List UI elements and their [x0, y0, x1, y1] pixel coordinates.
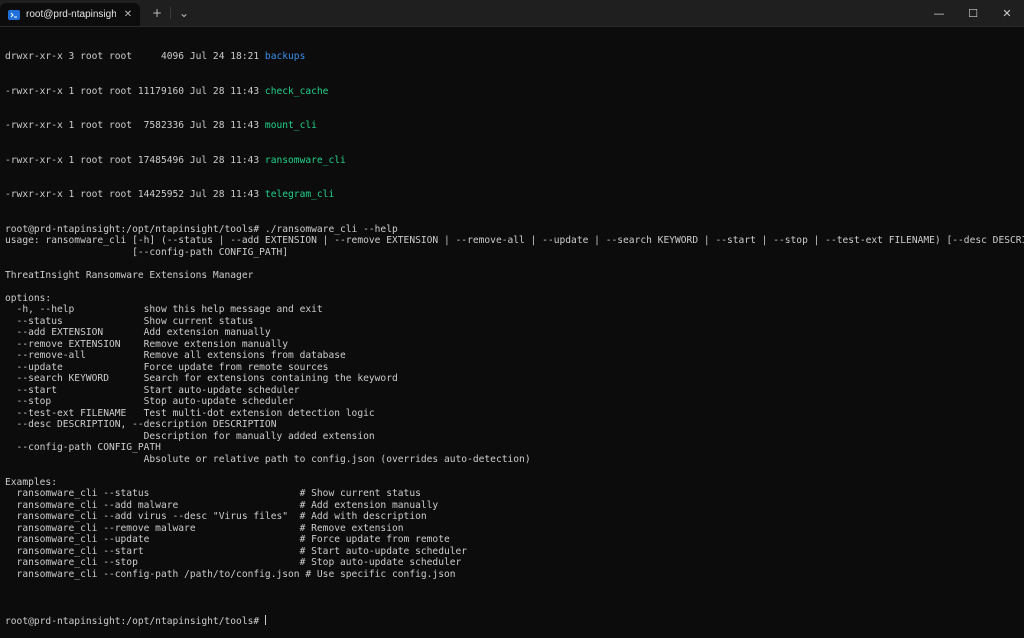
listing-row: -rwxr-xr-x 1 root root 17485496 Jul 28 1…	[5, 155, 1019, 167]
close-button[interactable]: ✕	[990, 0, 1024, 26]
output-line: --update Force update from remote source…	[5, 361, 329, 373]
output-line: Examples:	[5, 476, 57, 488]
output-line: --status Show current status	[5, 315, 254, 327]
output-line: ThreatInsight Ransomware Extensions Mana…	[5, 269, 254, 281]
listing-meta: drwxr-xr-x 3 root root 4096 Jul 24 18:21	[5, 51, 265, 62]
minimize-button[interactable]: —	[922, 0, 956, 26]
chevron-down-icon[interactable]: ⌄	[173, 0, 195, 26]
toolbar-divider	[170, 7, 171, 19]
listing-meta: -rwxr-xr-x 1 root root 11179160 Jul 28 1…	[5, 85, 265, 97]
output-line: options:	[5, 292, 52, 304]
output-line: --add EXTENSION Add extension manually	[5, 327, 271, 338]
output-line: ransomware_cli --status # Show current s…	[5, 488, 421, 499]
tab-close-icon[interactable]: ✕	[122, 9, 134, 20]
terminal-icon	[8, 9, 20, 20]
output-line: Absolute or relative path to config.json…	[5, 453, 531, 465]
output-line: Description for manually added extension	[5, 430, 375, 442]
tab-title: root@prd-ntapinsight: /opt/n	[26, 9, 116, 20]
output-line: -h, --help show this help message and ex…	[5, 304, 323, 315]
prompt-line[interactable]: root@prd-ntapinsight:/opt/ntapinsight/to…	[5, 614, 1019, 627]
listing-name: mount_cli	[264, 120, 317, 131]
output-line: ransomware_cli --start # Start auto-upda…	[5, 545, 468, 557]
command-output: root@prd-ntapinsight:/opt/ntapinsight/to…	[5, 223, 1024, 592]
listing-row: -rwxr-xr-x 1 root root 7582336 Jul 28 11…	[5, 120, 1019, 132]
window-controls: — ☐ ✕	[922, 0, 1024, 26]
output-line: --remove-all Remove all extensions from …	[5, 350, 346, 361]
output-line: ransomware_cli --stop # Stop auto-update…	[5, 557, 462, 568]
listing-meta: -rwxr-xr-x 1 root root 7582336 Jul 28 11…	[5, 120, 265, 131]
output-line: root@prd-ntapinsight:/opt/ntapinsight/to…	[5, 223, 398, 235]
output-line: [--config-path CONFIG_PATH]	[5, 246, 289, 258]
listing-name: backups	[264, 51, 306, 62]
output-line: ransomware_cli --remove malware # Remove…	[5, 522, 404, 534]
output-line: --desc DESCRIPTION, --description DESCRI…	[5, 419, 277, 430]
listing-row: drwxr-xr-x 3 root root 4096 Jul 24 18:21…	[5, 51, 1019, 63]
plus-icon[interactable]: +	[146, 0, 168, 26]
output-line: --search KEYWORD Search for extensions c…	[5, 373, 398, 384]
output-line: ransomware_cli --update # Force update f…	[5, 534, 450, 545]
output-line: --start Start auto-update scheduler	[5, 384, 300, 396]
terminal-tab[interactable]: root@prd-ntapinsight: /opt/n ✕	[0, 3, 140, 26]
maximize-button[interactable]: ☐	[956, 0, 990, 26]
output-line: ransomware_cli --config-path /path/to/co…	[5, 568, 456, 580]
output-line: --config-path CONFIG_PATH	[5, 442, 161, 453]
listing-row: -rwxr-xr-x 1 root root 11179160 Jul 28 1…	[5, 86, 1019, 98]
output-line: --remove EXTENSION Remove extension manu…	[5, 338, 289, 350]
output-line: ransomware_cli --add virus --desc "Virus…	[5, 511, 427, 522]
listing-meta: -rwxr-xr-x 1 root root 14425952 Jul 28 1…	[5, 189, 265, 200]
listing-meta: -rwxr-xr-x 1 root root 17485496 Jul 28 1…	[5, 154, 265, 166]
listing-row: -rwxr-xr-x 1 root root 14425952 Jul 28 1…	[5, 189, 1019, 201]
output-line: --stop Stop auto-update scheduler	[5, 396, 294, 407]
output-line: ransomware_cli --add malware # Add exten…	[5, 499, 439, 511]
output-line: usage: ransomware_cli [-h] (--status | -…	[5, 235, 1024, 246]
listing-name: ransomware_cli	[264, 154, 346, 166]
shell-prompt: root@prd-ntapinsight:/opt/ntapinsight/to…	[5, 615, 265, 627]
listing-name: check_cache	[264, 85, 329, 97]
text-cursor	[264, 614, 266, 625]
title-bar: root@prd-ntapinsight: /opt/n ✕ + ⌄ — ☐ ✕	[0, 0, 1024, 27]
terminal-output[interactable]: drwxr-xr-x 3 root root 4096 Jul 24 18:21…	[5, 28, 1024, 638]
output-line: --test-ext FILENAME Test multi-dot exten…	[5, 407, 375, 419]
listing-name: telegram_cli	[264, 189, 335, 200]
